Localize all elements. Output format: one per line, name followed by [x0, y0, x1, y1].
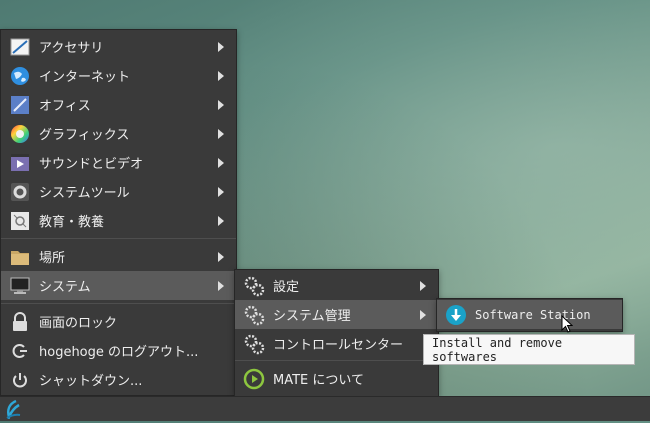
menu-item-lock-screen[interactable]: 画面のロック — [1, 307, 236, 336]
menu-separator — [235, 360, 438, 361]
menu-item-accessories[interactable]: アクセサリ — [1, 32, 236, 61]
menu-item-label: MATE について — [273, 373, 364, 388]
lock-icon — [9, 311, 31, 333]
menu-item-settings[interactable]: 設定 — [235, 271, 438, 300]
graphics-color-wheel-icon — [9, 123, 31, 145]
menu-item-label: システムツール — [39, 186, 130, 201]
menu-item-label: システム — [39, 280, 91, 295]
menu-item-control-center[interactable]: コントロールセンター — [235, 329, 438, 358]
menu-item-places[interactable]: 場所 — [1, 242, 236, 271]
menu-item-system-tools[interactable]: システムツール — [1, 177, 236, 206]
applications-menu: アクセサリ インターネット オフィス グラフィックス サウンドとビデオ システム — [0, 29, 237, 396]
menu-separator — [1, 303, 236, 304]
power-icon — [9, 369, 31, 391]
menu-item-system[interactable]: システム — [1, 271, 236, 300]
tooltip: Install and remove softwares — [423, 334, 635, 365]
menu-item-label: 画面のロック — [39, 316, 118, 331]
accessories-icon — [9, 36, 31, 58]
menu-separator — [1, 238, 236, 239]
submenu-arrow-icon — [420, 309, 426, 320]
control-center-gears-icon — [243, 333, 265, 355]
mate-logo-icon — [243, 368, 265, 390]
settings-gears-icon — [243, 275, 265, 297]
menu-item-label: オフィス — [39, 99, 91, 114]
office-icon — [9, 94, 31, 116]
menu-item-label: シャットダウン... — [39, 374, 143, 389]
menu-item-label: サウンドとビデオ — [39, 157, 144, 172]
submenu-arrow-icon — [218, 280, 224, 291]
menu-item-label: アクセサリ — [39, 41, 104, 56]
menu-item-logout[interactable]: hogehoge のログアウト... — [1, 336, 236, 365]
folder-icon — [9, 246, 31, 268]
menu-item-label: システム管理 — [273, 309, 351, 324]
system-submenu: 設定 システム管理 コントロールセンター MATE について — [234, 269, 439, 397]
menu-item-label: インターネット — [39, 70, 131, 85]
menu-item-internet[interactable]: インターネット — [1, 61, 236, 90]
submenu-arrow-icon — [218, 157, 224, 168]
mouse-pointer-icon — [561, 315, 573, 333]
menu-item-label: 教育・教養 — [39, 215, 105, 230]
sound-video-icon — [9, 152, 31, 174]
menu-launcher-icon[interactable] — [4, 399, 22, 421]
system-tools-icon — [9, 181, 31, 203]
menu-item-education[interactable]: 教育・教養 — [1, 206, 236, 235]
submenu-arrow-icon — [218, 41, 224, 52]
menu-item-shutdown[interactable]: シャットダウン... — [1, 365, 236, 394]
internet-globe-icon — [9, 65, 31, 87]
system-admin-submenu: Software Station — [436, 298, 623, 332]
bottom-panel — [0, 396, 650, 421]
monitor-icon — [9, 275, 31, 297]
logout-icon — [9, 340, 31, 362]
menu-item-software-station[interactable]: Software Station — [437, 300, 622, 329]
submenu-arrow-icon — [218, 186, 224, 197]
education-icon — [9, 210, 31, 232]
menu-item-graphics[interactable]: グラフィックス — [1, 119, 236, 148]
submenu-arrow-icon — [218, 70, 224, 81]
menu-item-label: 場所 — [39, 251, 66, 266]
admin-gears-icon — [243, 304, 265, 326]
menu-item-label: グラフィックス — [39, 128, 130, 143]
submenu-arrow-icon — [218, 215, 224, 226]
menu-item-label: Software Station — [475, 307, 591, 322]
menu-item-label: コントロールセンター — [273, 338, 404, 353]
submenu-arrow-icon — [420, 280, 426, 291]
menu-item-office[interactable]: オフィス — [1, 90, 236, 119]
submenu-arrow-icon — [218, 128, 224, 139]
menu-item-about-mate[interactable]: MATE について — [235, 364, 438, 393]
submenu-arrow-icon — [218, 99, 224, 110]
submenu-arrow-icon — [218, 251, 224, 262]
menu-item-label: hogehoge のログアウト... — [39, 345, 199, 360]
menu-item-label: 設定 — [273, 280, 300, 295]
menu-item-system-admin[interactable]: システム管理 — [235, 300, 438, 329]
menu-item-sound-video[interactable]: サウンドとビデオ — [1, 148, 236, 177]
software-station-icon — [445, 304, 467, 326]
